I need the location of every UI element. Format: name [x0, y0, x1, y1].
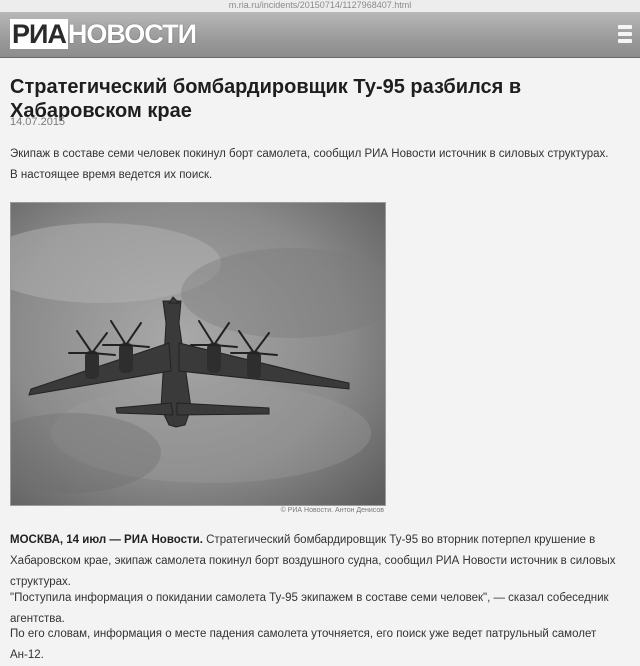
bomber-aircraft-image	[11, 203, 385, 505]
article-paragraph-1: МОСКВА, 14 июл — РИА Новости. Стратегиче…	[10, 530, 620, 593]
photo-caption: © РИА Новости. Антон Денисов	[280, 507, 384, 514]
logo-ria-text: РИА	[10, 19, 68, 49]
article-title: Стратегический бомбардировщик Ту-95 разб…	[10, 76, 522, 122]
logo-novosti-text: НОВОСТИ	[67, 19, 197, 49]
dateline: МОСКВА, 14 июл — РИА Новости.	[10, 534, 203, 546]
site-logo[interactable]: РИАНОВОСТИ	[10, 17, 197, 51]
article-lead: Экипаж в составе семи человек покинул бо…	[10, 148, 609, 181]
site-header: РИАНОВОСТИ	[0, 12, 640, 58]
hamburger-menu-icon[interactable]	[618, 25, 632, 45]
article: Стратегический бомбардировщик Ту-95 разб…	[0, 57, 640, 661]
article-photo[interactable]	[10, 202, 386, 506]
url-text: m.ria.ru/incidents/20150714/1127968407.h…	[228, 0, 412, 10]
article-paragraph-3: По его словам, информация о месте падени…	[10, 628, 597, 661]
article-date: 14.07.2015	[10, 116, 66, 128]
